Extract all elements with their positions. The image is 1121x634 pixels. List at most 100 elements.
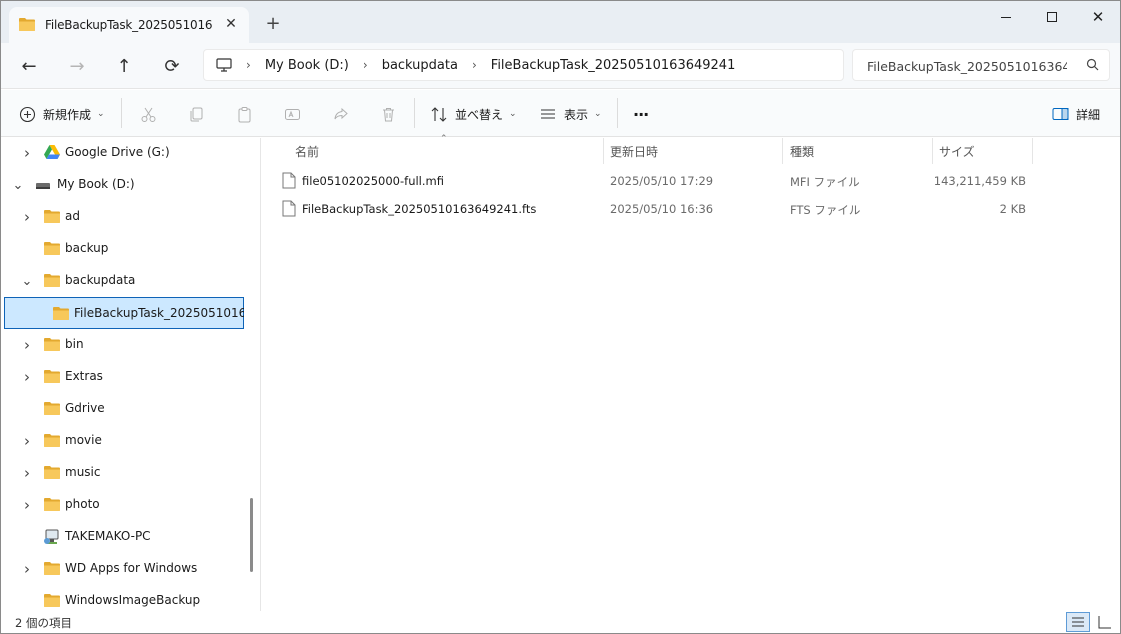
chevron-right-icon[interactable]: › <box>19 432 35 450</box>
column-divider[interactable] <box>932 138 933 164</box>
chevron-right-icon[interactable]: › <box>19 464 35 482</box>
chevron-right-icon[interactable]: › <box>19 208 35 226</box>
breadcrumb-separator[interactable]: › <box>363 58 368 72</box>
view-button[interactable]: 表示 ⌄ <box>538 101 602 127</box>
chevron-down-icon: ⌄ <box>594 109 602 119</box>
more-options-button[interactable]: ··· <box>633 101 649 127</box>
chevron-right-icon[interactable]: › <box>19 336 35 354</box>
refresh-button[interactable]: ⟳ <box>156 51 188 81</box>
sidebar-item[interactable]: Gdrive <box>1 393 244 425</box>
sidebar-item-label: ad <box>65 209 80 223</box>
folder-icon <box>44 241 60 258</box>
file-size: 2 KB <box>999 202 1026 216</box>
sidebar-item[interactable]: › photo <box>1 489 244 521</box>
close-icon: ✕ <box>1091 8 1105 26</box>
details-pane-button[interactable]: 詳細 <box>1050 101 1100 127</box>
sidebar-item-label: Extras <box>65 369 103 383</box>
chevron-down-icon: ⌄ <box>97 109 105 119</box>
file-row[interactable]: FileBackupTask_20250510163649241.fts 202… <box>277 195 1037 223</box>
sidebar-item[interactable]: › WD Apps for Windows <box>1 553 244 585</box>
chevron-right-icon[interactable]: › <box>19 368 35 386</box>
file-row[interactable]: file05102025000-full.mfi 2025/05/10 17:2… <box>277 167 1037 195</box>
close-window-button[interactable]: ✕ <box>1075 1 1120 33</box>
rename-button[interactable] <box>282 101 302 127</box>
sidebar-scrollbar[interactable] <box>250 498 253 572</box>
chevron-down-icon[interactable]: ⌄ <box>19 274 35 289</box>
column-divider[interactable] <box>782 138 783 164</box>
navigation-bar: ← → ↑ ⟳ › My Book (D:) › backupdata › Fi… <box>1 43 1120 89</box>
breadcrumb-backupdata[interactable]: backupdata <box>382 58 458 73</box>
cut-button[interactable] <box>138 101 158 127</box>
file-list: ⌃ 名前 更新日時 種類 サイズ file05102025000-full.mf… <box>261 134 1120 611</box>
sidebar-item[interactable]: TAKEMAKO-PC <box>1 521 244 553</box>
sidebar-item[interactable]: › movie <box>1 425 244 457</box>
folder-icon <box>44 433 60 450</box>
back-button[interactable]: ← <box>13 51 45 81</box>
column-header-type[interactable]: 種類 <box>790 138 932 164</box>
large-icons-view-button[interactable] <box>1093 612 1117 632</box>
sidebar-item[interactable]: ⌄ backupdata <box>1 265 244 297</box>
sort-button[interactable]: 並べ替え ⌄ <box>429 101 517 127</box>
search-icon[interactable] <box>1086 58 1099 74</box>
clipboard-icon <box>234 104 254 124</box>
sidebar-item[interactable]: › bin <box>1 329 244 361</box>
new-tab-button[interactable]: + <box>263 13 283 34</box>
details-view-button[interactable] <box>1066 612 1090 632</box>
column-header-modified[interactable]: 更新日時 <box>610 138 782 164</box>
sidebar-item[interactable]: › music <box>1 457 244 489</box>
sidebar-item-label: bin <box>65 337 84 351</box>
sidebar-item[interactable]: › ad <box>1 201 244 233</box>
sidebar-item[interactable]: FileBackupTask_20250510163649241 <box>4 297 244 329</box>
chevron-right-icon[interactable]: › <box>19 144 35 162</box>
column-divider[interactable] <box>603 138 604 164</box>
rename-icon <box>282 104 302 124</box>
tab-current-folder[interactable]: FileBackupTask_20250510163649241 ✕ <box>9 7 249 43</box>
address-bar[interactable]: › My Book (D:) › backupdata › FileBackup… <box>203 49 844 81</box>
view-button-label: 表示 <box>564 107 589 122</box>
delete-button[interactable] <box>378 101 398 127</box>
share-button[interactable] <box>330 101 350 127</box>
breadcrumb-drive[interactable]: My Book (D:) <box>265 58 349 73</box>
view-lines-icon <box>538 104 558 124</box>
folder-icon <box>44 497 60 514</box>
sidebar-item-label: FileBackupTask_20250510163649241 <box>74 306 244 320</box>
title-bar: FileBackupTask_20250510163649241 ✕ + ✕ <box>1 1 1120 43</box>
chevron-down-icon[interactable]: ⌄ <box>10 178 26 193</box>
breadcrumb-separator[interactable]: › <box>472 58 477 72</box>
folder-icon <box>53 306 69 323</box>
paste-button[interactable] <box>234 101 254 127</box>
column-header-size[interactable]: サイズ <box>939 138 1031 164</box>
folder-icon <box>44 465 60 482</box>
maximize-button[interactable] <box>1029 1 1075 33</box>
item-count: 2 個の項目 <box>15 616 72 630</box>
sort-button-label: 並べ替え <box>455 107 504 122</box>
refresh-icon: ⟳ <box>164 55 180 77</box>
sidebar-item[interactable]: › Google Drive (G:) <box>1 138 244 169</box>
search-box[interactable]: FileBackupTask_20250510163649241の検索 <box>852 49 1110 81</box>
sidebar-item[interactable]: ⌄ My Book (D:) <box>1 169 244 201</box>
sidebar-item-label: My Book (D:) <box>57 177 135 191</box>
sidebar-item[interactable]: WindowsImageBackup <box>1 585 244 611</box>
computer-icon[interactable] <box>216 58 232 72</box>
column-divider[interactable] <box>1032 138 1033 164</box>
chevron-right-icon[interactable]: › <box>19 560 35 578</box>
file-size: 143,211,459 KB <box>933 174 1026 188</box>
up-button[interactable]: ↑ <box>108 51 140 81</box>
toolbar-divider <box>121 98 122 128</box>
breadcrumb-current-folder[interactable]: FileBackupTask_20250510163649241 <box>491 58 736 73</box>
copy-button[interactable] <box>186 101 206 127</box>
minimize-button[interactable] <box>983 1 1029 33</box>
details-pane-label: 詳細 <box>1076 107 1101 122</box>
file-icon <box>282 172 296 192</box>
sidebar-item[interactable]: › Extras <box>1 361 244 393</box>
sidebar-item-label: backup <box>65 241 109 255</box>
chevron-right-icon[interactable]: › <box>19 496 35 514</box>
folder-icon <box>19 17 35 34</box>
column-header-name[interactable]: 名前 <box>295 138 603 164</box>
forward-button[interactable]: → <box>61 51 93 81</box>
new-button[interactable]: 新規作成 ⌄ <box>17 101 105 127</box>
sidebar-item[interactable]: backup <box>1 233 244 265</box>
breadcrumb-separator[interactable]: › <box>246 58 251 72</box>
tab-close-icon[interactable]: ✕ <box>223 16 239 32</box>
file-modified: 2025/05/10 17:29 <box>610 174 714 188</box>
